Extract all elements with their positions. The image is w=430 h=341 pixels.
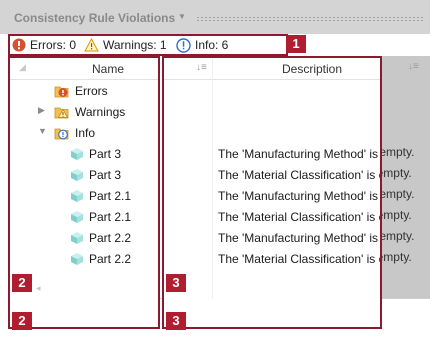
tree-item-warnings[interactable]: Warnings (54, 101, 125, 122)
tree-item-part[interactable]: Part 2.2 (70, 248, 131, 269)
tree-item-part[interactable]: Part 2.1 (70, 206, 131, 227)
error-icon (12, 38, 26, 52)
part-cube-icon (70, 189, 84, 203)
tree-item-label: Errors (75, 83, 108, 98)
tree-column-header[interactable]: ◢ Name (10, 58, 158, 80)
description-column-header[interactable]: ↓≡ Description (164, 58, 380, 80)
part-cube-icon (70, 147, 84, 161)
chevron-down-icon[interactable]: ▼ (178, 12, 186, 21)
sort-icon[interactable]: ↓≡ (196, 62, 207, 73)
error-folder-icon (54, 84, 70, 98)
warning-folder-icon (54, 105, 70, 119)
tree-item-label: Part 3 (89, 167, 122, 182)
description-overflow-area: ↓≡ (382, 56, 430, 299)
description-row[interactable]: The 'Manufacturing Method' is empty. (218, 227, 380, 248)
errors-count: Errors: 0 (30, 38, 77, 52)
panel-title: Consistency Rule Violations (14, 11, 176, 25)
warnings-count: Warnings: 1 (103, 38, 167, 52)
tree-item-label: Part 3 (89, 146, 122, 161)
panel-titlebar: Consistency Rule Violations ▼ (0, 0, 430, 34)
column-divider[interactable] (212, 58, 213, 299)
tree-item-label: Part 2.2 (89, 251, 132, 266)
drag-grip[interactable] (196, 16, 424, 22)
scroll-left-icon[interactable]: ◂ (36, 283, 41, 294)
info-folder-icon (54, 126, 70, 140)
collapse-arrow-icon[interactable]: ▼ (38, 126, 47, 136)
tree-item-label: Part 2.2 (89, 230, 132, 245)
part-cube-icon (70, 252, 84, 266)
description-row[interactable]: The 'Material Classification' is empty. (218, 206, 380, 227)
part-cube-icon (70, 210, 84, 224)
description-pane: ↓≡ Description The 'Manufacturing Method… (162, 56, 382, 329)
expand-arrow-icon[interactable]: ▶ (38, 105, 45, 116)
info-icon (176, 37, 191, 53)
info-count: Info: 6 (195, 38, 229, 52)
description-header-label: Description (282, 62, 343, 76)
status-bar: Errors: 0 Warnings: 1 Info: 6 (8, 34, 430, 56)
warnings-filter[interactable]: Warnings: 1 (84, 37, 167, 53)
description-row[interactable]: The 'Material Classification' is empty. (218, 164, 380, 185)
tree-item-info[interactable]: Info (54, 122, 95, 143)
description-row[interactable]: The 'Manufacturing Method' is empty. (218, 185, 380, 206)
description-row[interactable]: The 'Material Classification' is empty. (218, 248, 380, 269)
callout-2: 2 (12, 312, 32, 330)
callout-3: 3 (166, 274, 186, 292)
tree-item-label: Warnings (75, 104, 126, 119)
tree-item-errors[interactable]: Errors (54, 80, 108, 101)
part-cube-icon (70, 231, 84, 245)
tree-item-part[interactable]: Part 3 (70, 143, 121, 164)
callout-3: 3 (166, 312, 186, 330)
callout-2: 2 (12, 274, 32, 292)
tree-item-label: Info (75, 125, 96, 140)
collapse-all-icon[interactable]: ◢ (19, 62, 26, 73)
sort-icon[interactable]: ↓≡ (408, 61, 419, 72)
tree-item-label: Part 2.1 (89, 209, 132, 224)
callout-1: 1 (286, 35, 306, 53)
info-filter[interactable]: Info: 6 (176, 37, 228, 53)
name-header-label: Name (92, 62, 125, 76)
tree-item-part[interactable]: Part 3 (70, 164, 121, 185)
tree-item-label: Part 2.1 (89, 188, 132, 203)
part-cube-icon (70, 168, 84, 182)
description-row[interactable]: The 'Manufacturing Method' is empty. (218, 143, 380, 164)
tree-item-part[interactable]: Part 2.1 (70, 185, 131, 206)
warning-icon (84, 38, 99, 52)
errors-filter[interactable]: Errors: 0 (12, 37, 76, 53)
tree-item-part[interactable]: Part 2.2 (70, 227, 131, 248)
